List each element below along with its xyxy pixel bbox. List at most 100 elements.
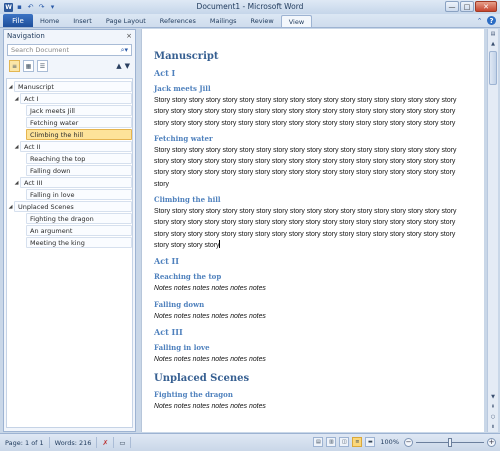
file-tab[interactable]: File	[3, 14, 33, 27]
heading-nav-arrows: ▲ ▼	[116, 62, 130, 70]
expand-triangle-icon[interactable]: ◢	[13, 180, 20, 186]
scene-text[interactable]: Notes notes notes notes notes notes	[154, 401, 472, 412]
heading-tree-item[interactable]: Meeting the king	[26, 237, 132, 248]
page-count[interactable]: Page: 1 of 1	[0, 437, 50, 448]
heading-tree-label: Unplaced Scenes	[14, 201, 132, 212]
print-layout-icon[interactable]: ▤	[313, 437, 324, 447]
expand-triangle-icon[interactable]: ◢	[7, 84, 14, 90]
customize-qat-icon[interactable]: ▾	[48, 3, 57, 12]
scene-text[interactable]: Story story story story story story stor…	[154, 95, 472, 129]
maximize-button[interactable]: □	[460, 1, 474, 12]
heading-tree-label: An argument	[26, 225, 132, 236]
scroll-thumb[interactable]	[489, 51, 497, 85]
heading-tree-item[interactable]: Falling down	[26, 165, 132, 176]
document-title: Manuscript	[154, 51, 219, 62]
zoom-slider[interactable]	[416, 437, 484, 447]
status-right-controls: ▤ ▥ ◫ ≡ ▬ 100% − +	[313, 437, 496, 447]
zoom-level[interactable]: 100%	[380, 438, 399, 446]
next-heading-icon[interactable]: ▼	[125, 62, 130, 70]
heading-tree-item[interactable]: Climbing the hill	[26, 129, 132, 140]
scene-text[interactable]: Story story story story story story stor…	[154, 206, 472, 251]
search-document-input[interactable]: Search Document ⌕▾	[7, 44, 132, 56]
previous-page-icon[interactable]: ⇞	[488, 402, 498, 412]
tab-review[interactable]: Review	[244, 15, 281, 27]
scene-heading[interactable]: Fighting the dragon	[154, 390, 484, 399]
undo-icon[interactable]: ↶	[26, 3, 35, 12]
search-icon[interactable]: ⌕▾	[121, 46, 128, 55]
browse-object-icon[interactable]: ○	[488, 412, 498, 422]
heading-tree-label: Act I	[20, 93, 132, 104]
scene-heading[interactable]: Fetching water	[154, 134, 484, 143]
browse-pages-icon[interactable]: ▦	[23, 60, 34, 72]
expand-triangle-icon[interactable]: ◢	[7, 204, 14, 210]
scroll-down-icon[interactable]: ▼	[488, 392, 498, 402]
redo-icon[interactable]: ↷	[37, 3, 46, 12]
proofing-icon[interactable]: ✗	[97, 437, 115, 448]
heading-tree-item[interactable]: Jack meets Jill	[26, 105, 132, 116]
browse-results-icon[interactable]: ☰	[37, 60, 48, 72]
zoom-out-icon[interactable]: −	[404, 437, 413, 447]
tab-mailings[interactable]: Mailings	[203, 15, 244, 27]
scene-heading[interactable]: Falling in love	[154, 343, 484, 352]
tab-references[interactable]: References	[153, 15, 203, 27]
vertical-scrollbar[interactable]: ▤ ▲ ▼ ⇞ ○ ⇟	[487, 29, 498, 432]
web-layout-icon[interactable]: ◫	[339, 437, 350, 447]
scene-heading[interactable]: Reaching the top	[154, 272, 484, 281]
heading-tree-label: Jack meets Jill	[26, 105, 132, 116]
scene-heading[interactable]: Climbing the hill	[154, 195, 484, 204]
heading-tree-item[interactable]: ◢ Act III	[13, 177, 132, 188]
next-page-icon[interactable]: ⇟	[488, 422, 498, 432]
heading-tree-item[interactable]: Falling in love	[26, 189, 132, 200]
full-screen-reading-icon[interactable]: ▥	[326, 437, 337, 447]
previous-heading-icon[interactable]: ▲	[116, 62, 121, 70]
tab-home[interactable]: Home	[33, 15, 66, 27]
tab-view[interactable]: View	[280, 15, 313, 27]
macro-record-icon[interactable]: ▭	[114, 437, 132, 448]
heading-tree-item[interactable]: ◢ Act I	[13, 93, 132, 104]
act-heading[interactable]: Act III	[154, 327, 484, 337]
save-icon[interactable]: ▪	[15, 3, 24, 12]
heading-tree-item[interactable]: ◢ Act II	[13, 141, 132, 152]
tab-insert[interactable]: Insert	[66, 15, 99, 27]
document-page[interactable]: Manuscript Act I Jack meets Jill Story sto…	[141, 29, 484, 432]
heading-tree-item[interactable]: ◢ Manuscript	[7, 81, 132, 92]
scene-heading[interactable]: Falling down	[154, 300, 484, 309]
minimize-button[interactable]: —	[445, 1, 459, 12]
close-navigation-icon[interactable]: ×	[126, 32, 132, 40]
heading-tree-item[interactable]: ◢ Unplaced Scenes	[7, 201, 132, 212]
zoom-in-icon[interactable]: +	[487, 437, 496, 447]
unplaced-heading[interactable]: Unplaced Scenes	[154, 373, 484, 384]
heading-tree-label: Act III	[20, 177, 132, 188]
window-title: Document1 - Microsoft Word	[196, 2, 304, 11]
word-count[interactable]: Words: 216	[50, 437, 98, 448]
act-heading[interactable]: Act II	[154, 256, 484, 266]
ribbon-right-controls: ⌃ ?	[475, 16, 496, 25]
ruler-toggle-icon[interactable]: ▤	[488, 29, 498, 39]
search-placeholder: Search Document	[11, 46, 70, 54]
heading-tree-item[interactable]: Reaching the top	[26, 153, 132, 164]
scene-heading[interactable]: Jack meets Jill	[154, 84, 484, 93]
zoom-knob[interactable]	[448, 437, 452, 447]
scene-text[interactable]: Notes notes notes notes notes notes	[154, 311, 472, 322]
scroll-up-icon[interactable]: ▲	[488, 39, 498, 49]
expand-triangle-icon[interactable]: ◢	[13, 96, 20, 102]
heading-tree-item[interactable]: Fetching water	[26, 117, 132, 128]
scene-text[interactable]: Story story story story story story stor…	[154, 145, 472, 190]
help-icon[interactable]: ?	[487, 16, 496, 25]
scene-text[interactable]: Notes notes notes notes notes notes	[154, 283, 472, 294]
window-controls: — □ ✕	[445, 1, 497, 12]
outline-view-icon[interactable]: ≡	[352, 437, 363, 447]
act-heading[interactable]: Act I	[154, 68, 484, 78]
browse-headings-icon[interactable]: ≡	[9, 60, 20, 72]
heading-tree-item[interactable]: Fighting the dragon	[26, 213, 132, 224]
draft-view-icon[interactable]: ▬	[365, 437, 376, 447]
heading-tree-label: Fighting the dragon	[26, 213, 132, 224]
status-bar: Page: 1 of 1 Words: 216 ✗ ▭ ▤ ▥ ◫ ≡ ▬ 10…	[0, 433, 500, 451]
scene-text[interactable]: Notes notes notes notes notes notes	[154, 354, 472, 365]
close-button[interactable]: ✕	[475, 1, 497, 12]
word-app-icon[interactable]: W	[4, 2, 13, 12]
expand-triangle-icon[interactable]: ◢	[13, 144, 20, 150]
tab-page-layout[interactable]: Page Layout	[99, 15, 153, 27]
minimize-ribbon-icon[interactable]: ⌃	[475, 16, 484, 25]
heading-tree-item[interactable]: An argument	[26, 225, 132, 236]
